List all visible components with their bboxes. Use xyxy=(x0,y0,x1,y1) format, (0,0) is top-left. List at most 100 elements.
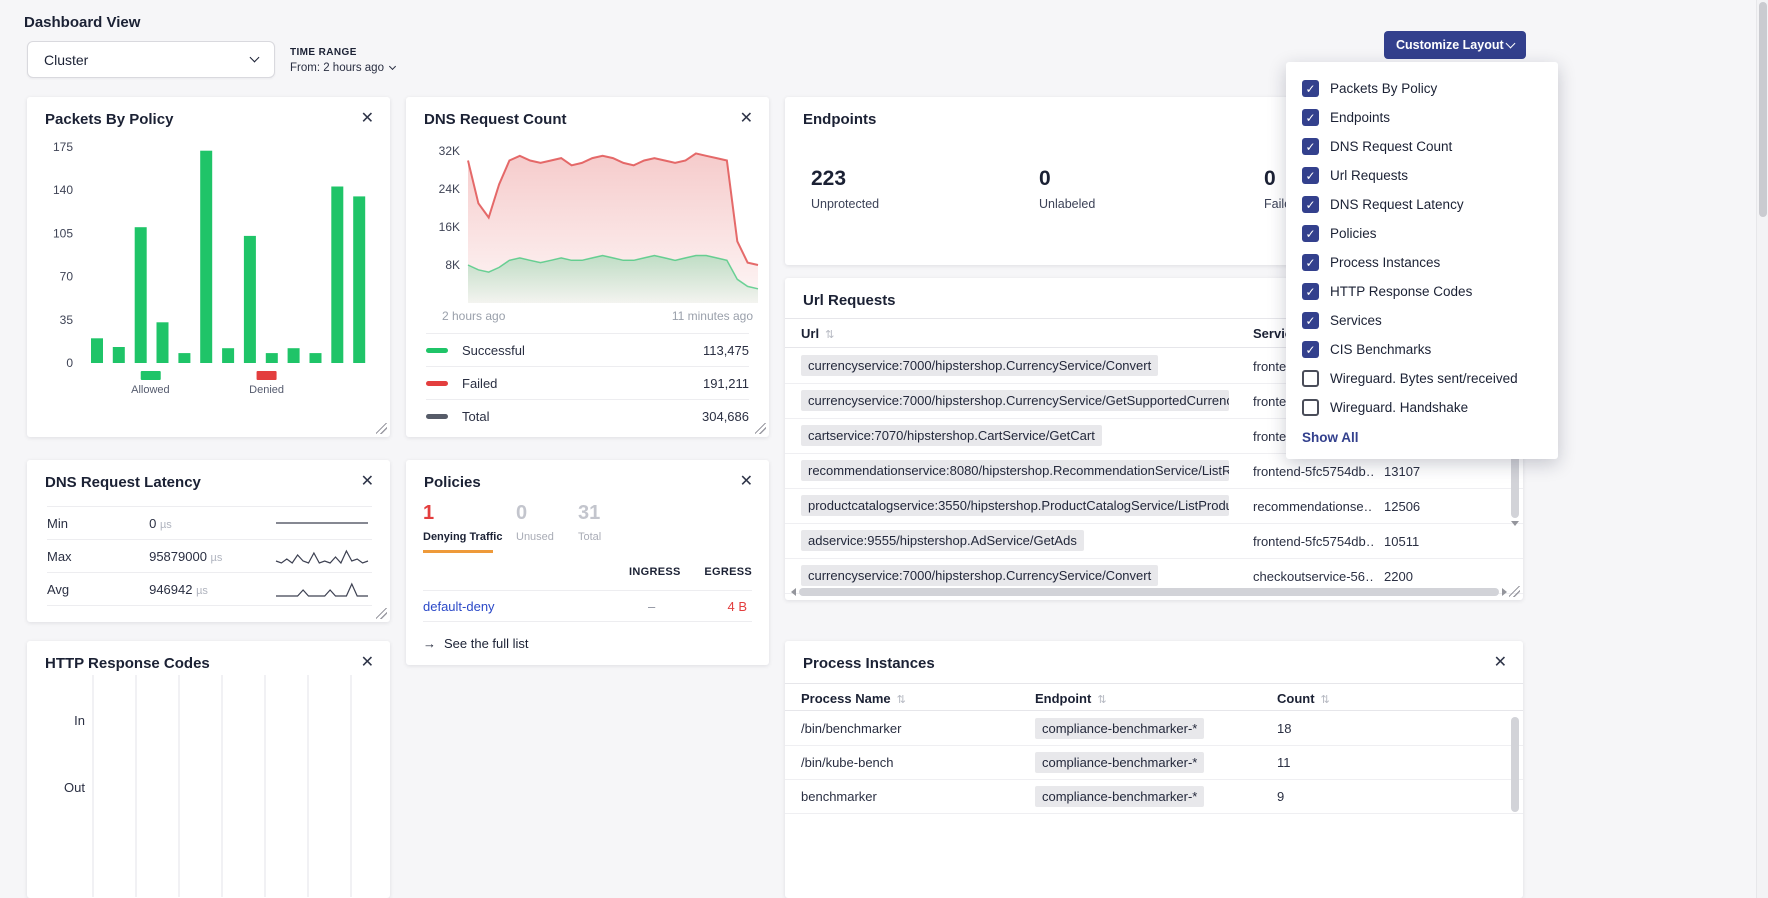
stat-denying-traffic[interactable]: 1 Denying Traffic xyxy=(423,502,502,553)
customize-menu-item[interactable]: ✓Url Requests xyxy=(1302,161,1542,190)
latency-metric-label: Max xyxy=(47,549,149,564)
customize-menu-item[interactable]: ✓CIS Benchmarks xyxy=(1302,335,1542,364)
menu-item-label: Process Instances xyxy=(1330,255,1440,270)
legend-denied: Denied xyxy=(249,371,284,396)
close-icon[interactable]: ✕ xyxy=(740,111,753,127)
time-range[interactable]: TIME RANGE From: 2 hours ago xyxy=(290,47,395,74)
legend-label: Failed xyxy=(462,376,703,391)
checked-checkbox-icon[interactable]: ✓ xyxy=(1302,254,1319,271)
url-request-row: productcatalogservice:3550/hipstershop.P… xyxy=(785,489,1523,524)
scrollbar-thumb[interactable] xyxy=(799,588,1499,596)
stat-unused[interactable]: 0 Unused xyxy=(516,502,554,543)
customize-menu-item[interactable]: ✓Services xyxy=(1302,306,1542,335)
menu-item-label: Endpoints xyxy=(1330,110,1390,125)
unchecked-checkbox-icon[interactable] xyxy=(1302,370,1319,387)
dns-count-area-chart: 8K16K24K32K xyxy=(414,137,766,314)
close-icon[interactable]: ✕ xyxy=(361,111,374,127)
close-icon[interactable]: ✕ xyxy=(361,655,374,671)
latency-value: 95879000 µs xyxy=(149,549,272,564)
see-full-list-link[interactable]: → See the full list xyxy=(423,636,529,651)
customize-menu-item[interactable]: ✓ Endpoints xyxy=(1302,103,1542,132)
checked-checkbox-icon[interactable]: ✓ xyxy=(1302,109,1319,126)
page-scrollbar-thumb[interactable] xyxy=(1759,2,1767,217)
checked-checkbox-icon[interactable]: ✓ xyxy=(1302,138,1319,155)
customize-menu-item[interactable]: ✓ Packets By Policy xyxy=(1302,74,1542,103)
legend-value: 113,475 xyxy=(703,343,749,358)
stat-total[interactable]: 31 Total xyxy=(578,502,601,543)
resize-handle[interactable] xyxy=(755,423,766,434)
horizontal-scrollbar[interactable] xyxy=(791,587,1507,597)
process-instances-card: Process Instances ✕ Process Name⇅ Endpoi… xyxy=(785,641,1523,898)
see-full-list-label: See the full list xyxy=(444,636,529,651)
checked-checkbox-icon[interactable]: ✓ xyxy=(1302,196,1319,213)
resize-handle[interactable] xyxy=(376,608,387,619)
x-label-start: 2 hours ago xyxy=(442,309,505,323)
process-row: benchmarkercompliance-benchmarker-*9 xyxy=(785,780,1523,814)
legend-allowed: Allowed xyxy=(131,371,170,396)
dns-request-count-card: DNS Request Count ✕ 8K16K24K32K 2 hours … xyxy=(406,97,769,437)
svg-text:70: 70 xyxy=(60,270,74,284)
checked-checkbox-icon[interactable]: ✓ xyxy=(1302,341,1319,358)
customize-menu-item[interactable]: ✓ Process Instances xyxy=(1302,248,1542,277)
column-header-process-name[interactable]: Process Name⇅ xyxy=(801,691,906,706)
column-header-count[interactable]: Count⇅ xyxy=(1277,691,1330,706)
latency-metric-label: Min xyxy=(47,516,149,531)
dns-request-latency-card: DNS Request Latency ✕ Min0 µsMax95879000… xyxy=(27,460,390,622)
view-selector[interactable]: Cluster xyxy=(27,41,275,78)
latency-sparkline xyxy=(272,577,372,601)
resize-handle[interactable] xyxy=(1509,586,1520,597)
card-title: Url Requests xyxy=(803,292,896,309)
customize-layout-button[interactable]: Customize Layout xyxy=(1384,31,1526,59)
stat-value: 223 xyxy=(811,167,879,191)
checked-checkbox-icon[interactable]: ✓ xyxy=(1302,167,1319,184)
vertical-scrollbar[interactable] xyxy=(1510,717,1519,892)
latency-metric-label: Avg xyxy=(47,582,149,597)
url-request-row: recommendationservice:8080/hipstershop.R… xyxy=(785,454,1523,489)
svg-text:32K: 32K xyxy=(439,144,460,158)
customize-menu-item[interactable]: ✓HTTP Response Codes xyxy=(1302,277,1542,306)
resize-handle[interactable] xyxy=(376,423,387,434)
policy-name-link[interactable]: default-deny xyxy=(423,599,495,614)
policy-row: default-deny – 4 B xyxy=(423,590,752,622)
column-header-endpoint[interactable]: Endpoint⇅ xyxy=(1035,691,1107,706)
x-label-end: 11 minutes ago xyxy=(672,309,753,323)
menu-item-label: DNS Request Count xyxy=(1330,139,1452,154)
customize-menu-item[interactable]: ✓ DNS Request Count xyxy=(1302,132,1542,161)
scroll-right-arrow[interactable] xyxy=(1502,588,1507,596)
unchecked-checkbox-icon[interactable] xyxy=(1302,399,1319,416)
customize-menu-item[interactable]: ✓Policies xyxy=(1302,219,1542,248)
checked-checkbox-icon[interactable]: ✓ xyxy=(1302,225,1319,242)
time-range-value[interactable]: From: 2 hours ago xyxy=(290,62,395,74)
customize-menu-item[interactable]: ✓DNS Request Latency xyxy=(1302,190,1542,219)
count-cell: 13107 xyxy=(1384,464,1420,479)
menu-item-label: Packets By Policy xyxy=(1330,81,1437,96)
legend-swatch-icon xyxy=(426,348,448,353)
show-all-link[interactable]: Show All xyxy=(1302,430,1542,445)
svg-text:16K: 16K xyxy=(439,220,460,234)
card-title: Endpoints xyxy=(803,111,876,128)
stat-unprotected: 223 Unprotected xyxy=(811,167,879,211)
legend-label: Successful xyxy=(462,343,703,358)
endpoint-pill: compliance-benchmarker-* xyxy=(1035,752,1204,773)
customize-menu-item[interactable]: Wireguard. Handshake xyxy=(1302,393,1542,422)
scroll-down-arrow[interactable] xyxy=(1511,521,1519,526)
policies-table-header: INGRESS EGRESS xyxy=(423,566,752,590)
checked-checkbox-icon[interactable]: ✓ xyxy=(1302,283,1319,300)
card-title: Policies xyxy=(424,474,481,491)
legend-value: 191,211 xyxy=(703,376,749,391)
page-scrollbar[interactable] xyxy=(1756,0,1768,898)
close-icon[interactable]: ✕ xyxy=(361,474,374,490)
checked-checkbox-icon[interactable]: ✓ xyxy=(1302,80,1319,97)
scroll-left-arrow[interactable] xyxy=(791,588,796,596)
latency-row: Avg946942 µs xyxy=(47,573,372,606)
close-icon[interactable]: ✕ xyxy=(740,474,753,490)
url-pill: cartservice:7070/hipstershop.CartService… xyxy=(801,425,1102,446)
checked-checkbox-icon[interactable]: ✓ xyxy=(1302,312,1319,329)
customize-menu-item[interactable]: Wireguard. Bytes sent/received xyxy=(1302,364,1542,393)
close-icon[interactable]: ✕ xyxy=(1494,655,1507,671)
count-cell: 2200 xyxy=(1384,569,1413,584)
legend-value: 304,686 xyxy=(702,409,749,424)
time-range-label: TIME RANGE xyxy=(290,47,395,58)
column-header-url[interactable]: Url⇅ xyxy=(801,326,834,341)
scrollbar-thumb[interactable] xyxy=(1511,717,1519,812)
